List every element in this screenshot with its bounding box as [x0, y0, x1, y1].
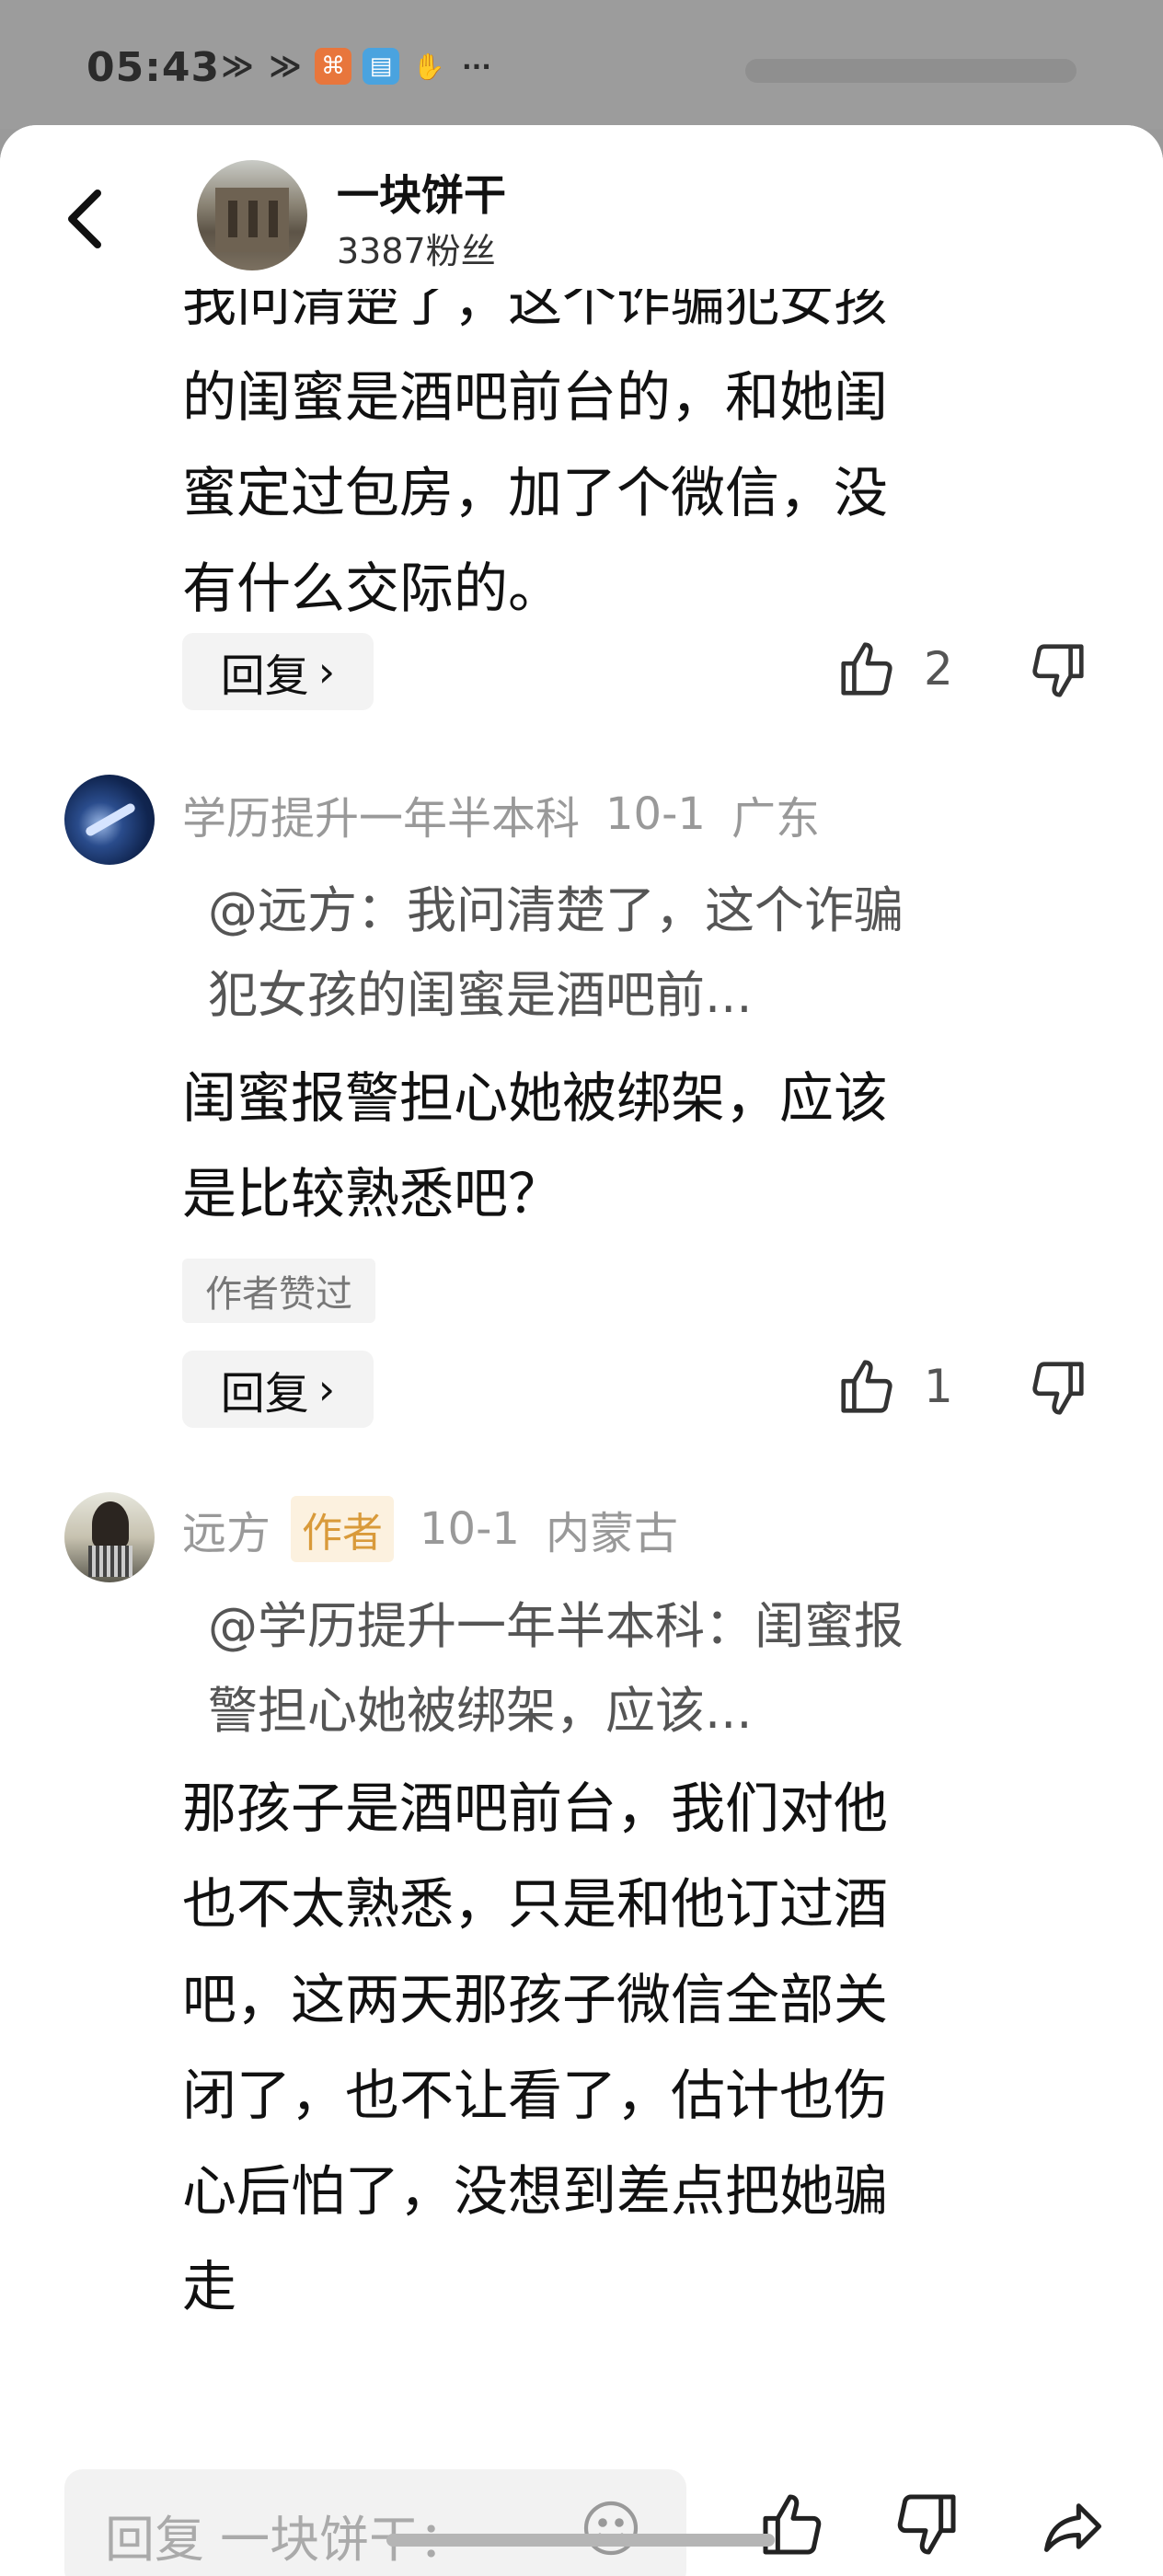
quoted-comment[interactable]: @学历提升一年半本科：闺蜜报 警担心她被绑架，应该... — [208, 1584, 1100, 1754]
thumbs-up-icon — [841, 1360, 892, 1413]
signal-icon: ≫ — [269, 48, 302, 85]
author-avatar[interactable] — [197, 160, 307, 270]
thumbs-down-icon[interactable] — [889, 2488, 962, 2561]
comment-line: 吧，这两天那孩子微信全部关 — [182, 1968, 889, 2031]
avatar-window — [228, 201, 237, 237]
status-icons: ≫ ≫ ⌘ ▤ ✋ ··· — [219, 48, 495, 85]
like-count: 1 — [924, 1360, 953, 1413]
comment-meta: 学历提升一年半本科 10-1 广东 — [182, 782, 820, 846]
author-fans: 3387粉丝 — [337, 231, 496, 271]
kuaishou-icon: ⌘ — [315, 48, 351, 85]
comment-line: 闭了，也不让看了，估计也伤 — [182, 2064, 889, 2127]
comment-text: 闺蜜报警担心她被绑架，应该 是比较熟悉吧？ — [182, 1051, 1102, 1242]
like-count: 2 — [924, 642, 953, 696]
username[interactable]: 远方 — [182, 1497, 271, 1561]
thumbs-up-icon — [841, 642, 892, 696]
status-right-icons — [745, 59, 1077, 83]
back-icon[interactable] — [61, 182, 112, 256]
quote-line: @学历提升一年半本科：闺蜜报 — [208, 1597, 904, 1655]
avatar-window — [248, 201, 258, 237]
comment-line: 那孩子是酒吧前台，我们对他 — [182, 1777, 889, 1840]
hand-icon: ✋ — [412, 51, 445, 82]
comment-text: 我问清楚了，这个诈骗犯女孩 的闺蜜是酒吧前台的，和她闺 蜜定过包房，加了个微信，… — [182, 254, 1102, 637]
comment-location: 内蒙古 — [545, 1508, 678, 1559]
quote-line: 犯女孩的闺蜜是酒吧前... — [208, 966, 753, 1024]
comment-date: 10-1 — [420, 1503, 520, 1555]
comment-line: 是比较熟悉吧？ — [182, 1162, 563, 1225]
status-time: 05:43 — [86, 44, 221, 91]
emoji-icon[interactable] — [578, 2495, 644, 2561]
comment-line: 有什么交际的。 — [182, 557, 563, 620]
comment-line: 走 — [182, 2255, 237, 2318]
comment-meta: 远方 作者 10-1 内蒙古 — [182, 1496, 678, 1562]
share-icon[interactable] — [1038, 2491, 1108, 2561]
thumbs-up-icon[interactable] — [756, 2488, 830, 2561]
avatar-window — [269, 201, 278, 237]
comment-line: 心后怕了，没想到差点把她骗 — [182, 2159, 889, 2223]
avatar[interactable] — [64, 775, 155, 865]
quote-line: @远方：我问清楚了，这个诈骗 — [208, 881, 904, 939]
reply-input[interactable]: 回复 一块饼干： — [64, 2469, 686, 2576]
author-name[interactable]: 一块饼干 — [337, 162, 506, 223]
comment-date: 10-1 — [605, 788, 706, 840]
home-indicator[interactable] — [386, 2534, 775, 2547]
quote-line: 警担心她被绑架，应该... — [208, 1682, 753, 1740]
avatar[interactable] — [64, 1492, 155, 1582]
avatar-figure — [88, 1546, 132, 1577]
thumbs-down-icon[interactable] — [1025, 638, 1089, 703]
comment-sheet: 我问清楚了，这个诈骗犯女孩 的闺蜜是酒吧前台的，和她闺 蜜定过包房，加了个微信，… — [0, 125, 1163, 2576]
like-button[interactable]: 1 — [835, 1354, 961, 1419]
signal-icon: ≫ — [221, 48, 254, 85]
comment-location: 广东 — [731, 793, 820, 845]
avatar-figure — [92, 1501, 129, 1547]
status-bar: 05:43 ≫ ≫ ⌘ ▤ ✋ ··· — [0, 0, 1163, 129]
quoted-comment[interactable]: @远方：我问清楚了，这个诈骗 犯女孩的闺蜜是酒吧前... — [208, 868, 1100, 1038]
reply-label: 回复 — [220, 650, 309, 702]
comment-text: 那孩子是酒吧前台，我们对他 也不太熟悉，只是和他订过酒 吧，这两天那孩子微信全部… — [182, 1761, 1102, 2335]
comment-line: 也不太熟悉，只是和他订过酒 — [182, 1872, 889, 1936]
author-badge: 作者 — [291, 1496, 395, 1562]
comment-line: 闺蜜报警担心她被绑架，应该 — [182, 1066, 889, 1130]
comment-line: 蜜定过包房，加了个微信，没 — [182, 461, 889, 524]
chevron-right-icon: › — [317, 1364, 336, 1414]
username[interactable]: 学历提升一年半本科 — [182, 782, 580, 846]
chevron-right-icon: › — [317, 647, 336, 696]
more-icon: ··· — [462, 51, 491, 82]
comment-line: 的闺蜜是酒吧前台的，和她闺 — [182, 365, 889, 429]
book-icon: ▤ — [363, 48, 399, 85]
reply-button[interactable]: 回复 › — [182, 1351, 374, 1428]
like-button[interactable]: 2 — [835, 637, 961, 701]
reply-button[interactable]: 回复 › — [182, 633, 374, 710]
header: 一块饼干 3387粉丝 — [0, 125, 1163, 289]
reply-label: 回复 — [220, 1368, 309, 1420]
author-liked-tag: 作者赞过 — [182, 1259, 375, 1323]
thumbs-down-icon[interactable] — [1025, 1356, 1089, 1420]
